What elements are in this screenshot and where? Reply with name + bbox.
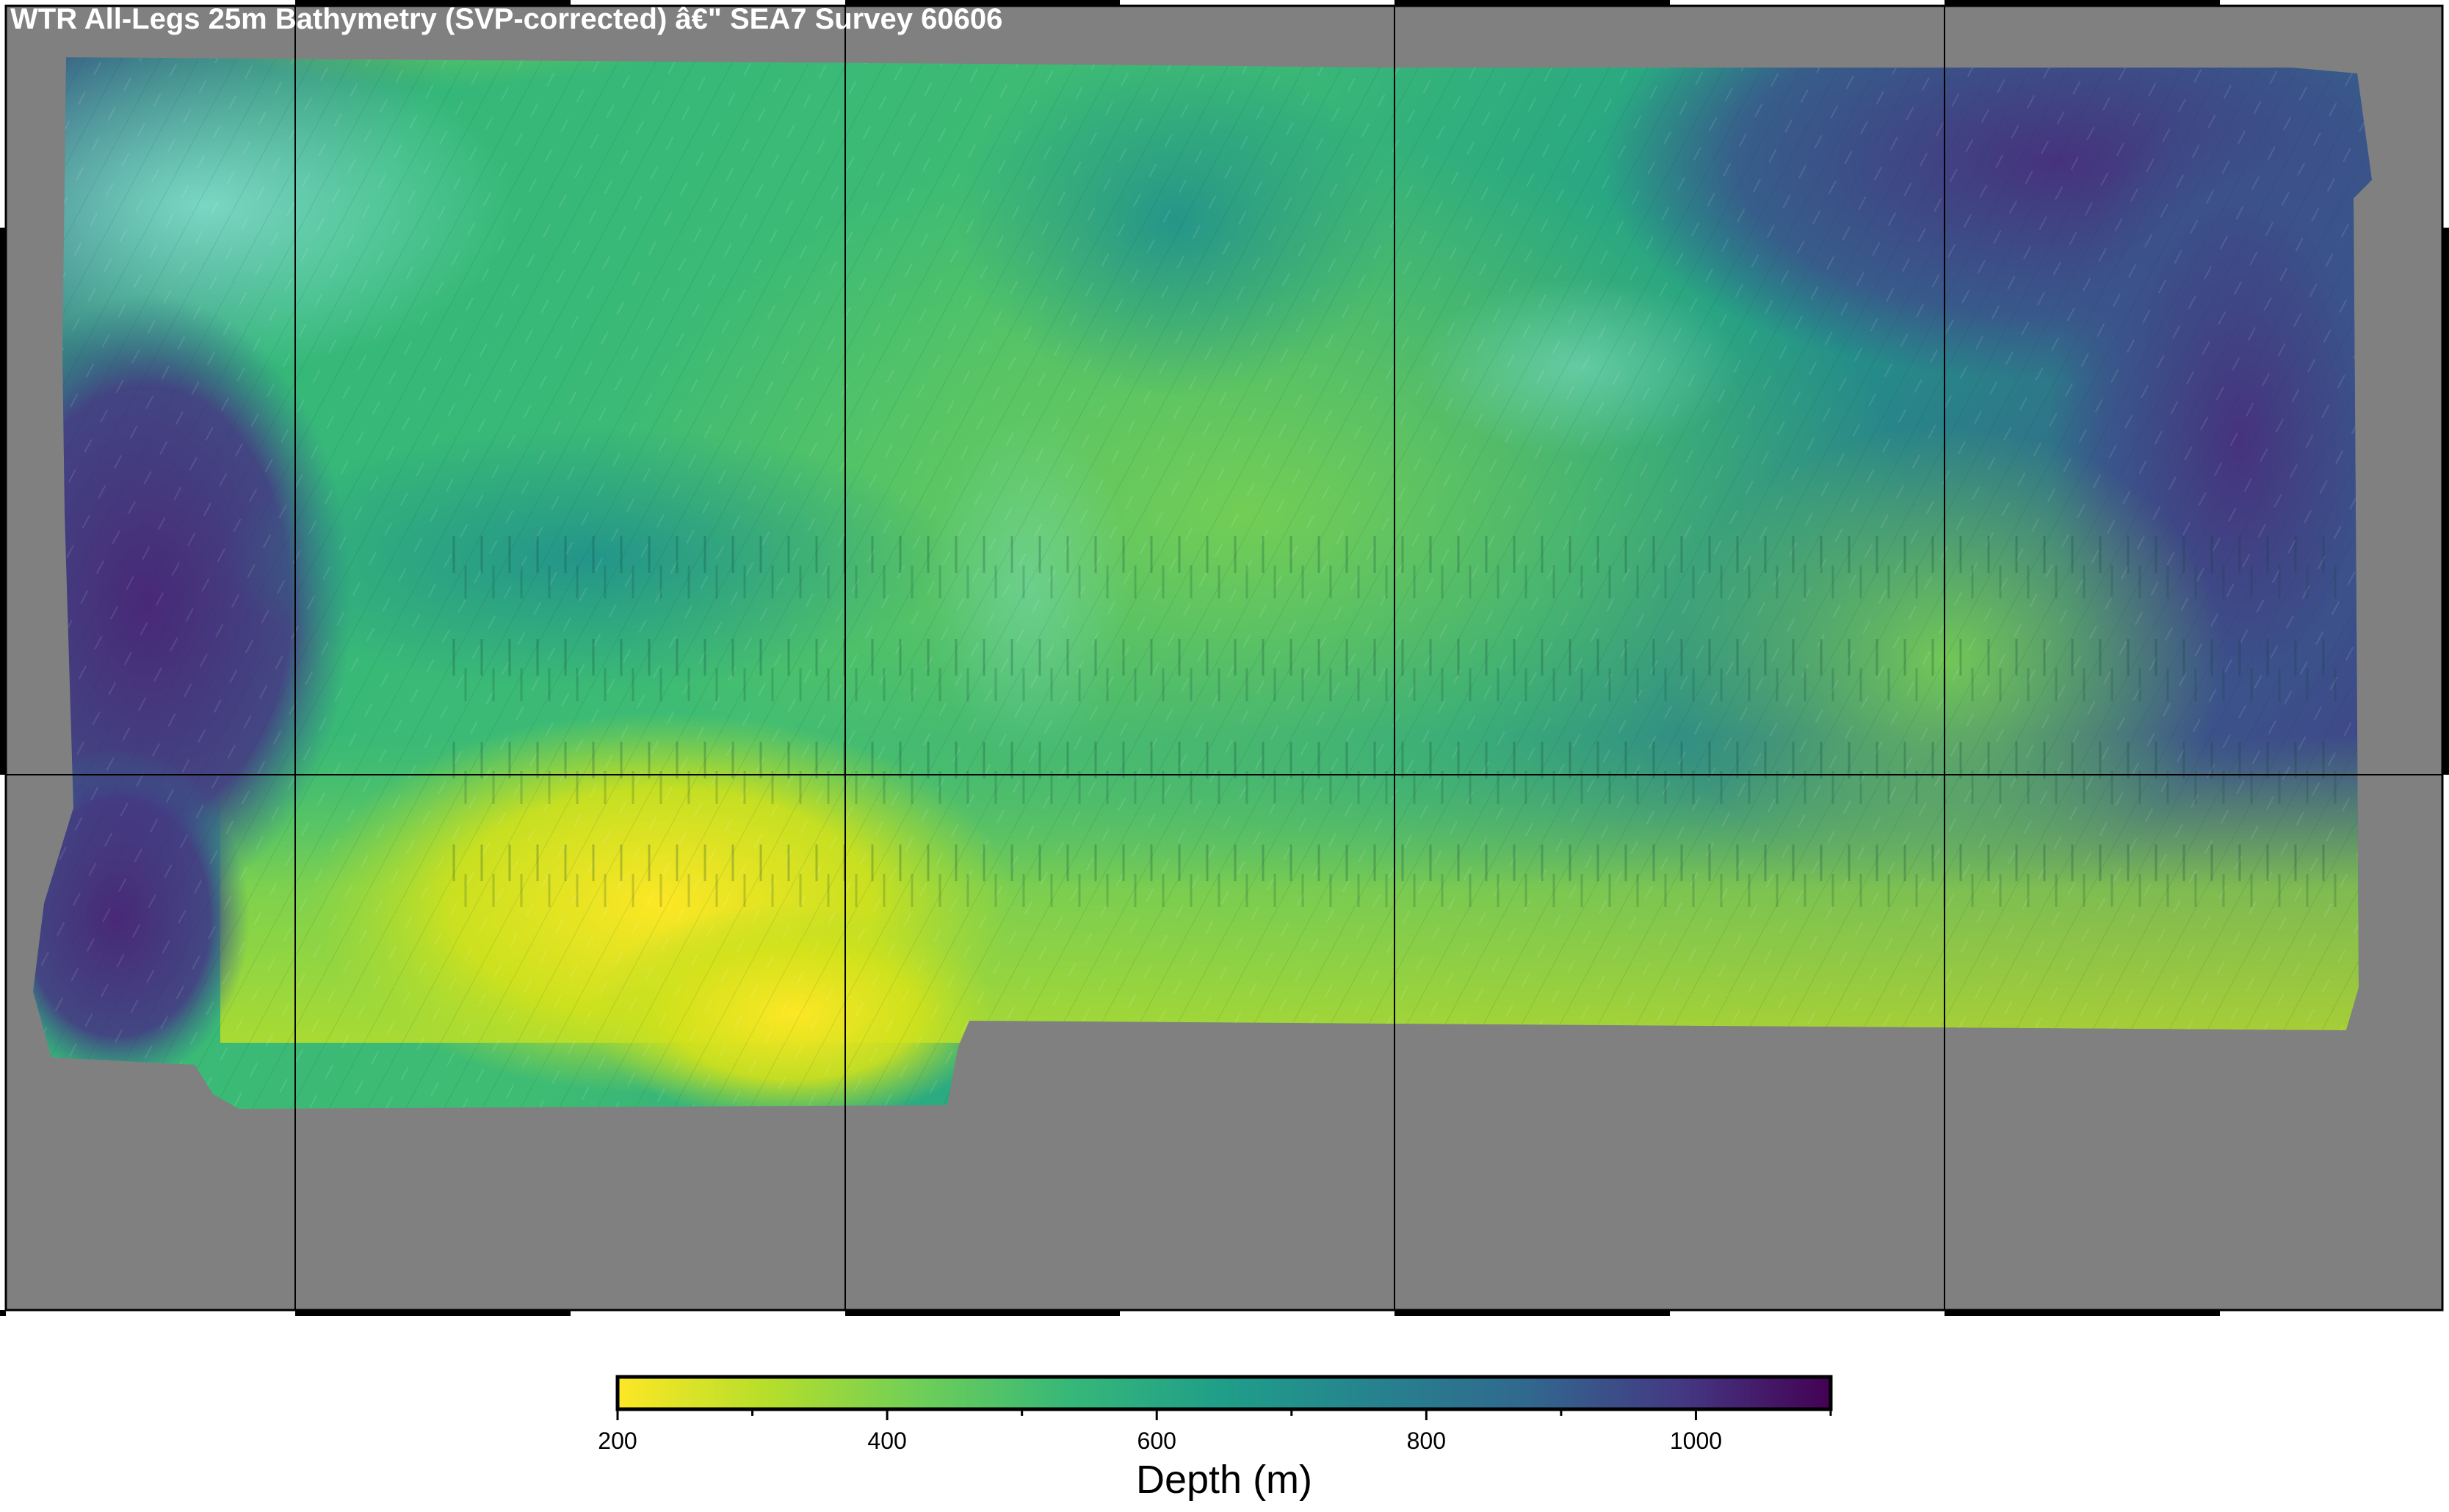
colorbar-tick-label: 800 bbox=[1406, 1428, 1447, 1454]
colorbar-tick-label: 600 bbox=[1137, 1428, 1176, 1454]
colorbar bbox=[615, 1375, 1833, 1420]
colorbar-tick-label: 1000 bbox=[1669, 1428, 1723, 1454]
map-title: WTR All-Legs 25m Bathymetry (SVP-correct… bbox=[10, 3, 1003, 35]
colorbar-tick-label: 200 bbox=[598, 1428, 637, 1454]
colorbar-label: Depth (m) bbox=[1135, 1458, 1313, 1502]
colorbar-tick-label: 400 bbox=[867, 1428, 907, 1454]
bathymetry-map bbox=[0, 0, 2449, 1316]
